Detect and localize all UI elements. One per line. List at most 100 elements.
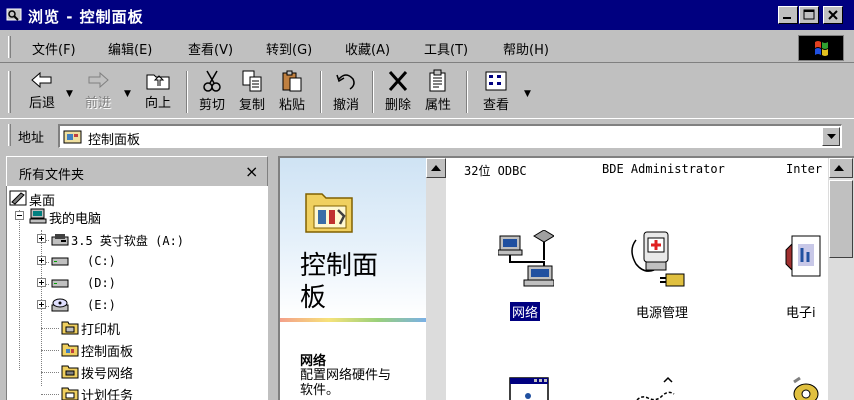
tree-item-printers[interactable]: 打印机 bbox=[61, 318, 261, 338]
undo-button[interactable]: 撤消 bbox=[328, 67, 364, 117]
views-dropdown[interactable]: ▼ bbox=[524, 89, 531, 99]
web-view-divider bbox=[280, 318, 426, 322]
expand-toggle[interactable] bbox=[37, 300, 46, 309]
web-view-scrollbar[interactable] bbox=[426, 158, 446, 400]
mail-icon[interactable] bbox=[784, 230, 828, 292]
back-arrow-icon bbox=[31, 71, 52, 89]
cut-button[interactable]: 剪切 bbox=[194, 67, 230, 117]
back-dropdown[interactable]: ▼ bbox=[66, 89, 73, 99]
paste-button[interactable]: 粘贴 bbox=[274, 67, 310, 117]
tree-item-control-panel[interactable]: 控制面板 bbox=[61, 340, 261, 360]
maximize-icon bbox=[803, 9, 815, 20]
properties-icon bbox=[429, 69, 446, 92]
my-computer-icon bbox=[29, 208, 47, 224]
copy-icon bbox=[242, 70, 262, 92]
folder-tree[interactable]: 桌面 我的电脑 3.5 英寸软盘 (A:) (C:) (D:) (E:) 打印机… bbox=[6, 186, 268, 400]
forward-button[interactable]: 前进 bbox=[78, 67, 118, 117]
minimize-button[interactable] bbox=[778, 6, 798, 24]
copy-button[interactable]: 复制 bbox=[234, 67, 270, 117]
item-network-label[interactable]: 网络 bbox=[508, 301, 542, 322]
scroll-up-button[interactable] bbox=[426, 158, 446, 178]
selected-item-description: 配置网络硬件与软件。 bbox=[300, 368, 392, 398]
views-icon bbox=[485, 71, 507, 91]
tree-line bbox=[41, 328, 59, 329]
control-panel-small-icon bbox=[63, 130, 82, 144]
address-input[interactable]: 控制面板 bbox=[88, 129, 140, 148]
properties-button[interactable]: 属性 bbox=[420, 67, 456, 117]
paste-icon bbox=[282, 70, 302, 92]
close-button[interactable] bbox=[823, 6, 843, 24]
floppy-drive-icon bbox=[51, 234, 69, 246]
scroll-thumb[interactable] bbox=[829, 180, 853, 258]
menu-edit[interactable]: 编辑(E) bbox=[108, 39, 152, 58]
address-dropdown-button[interactable] bbox=[822, 127, 840, 146]
item-mail-label[interactable]: 电子i bbox=[786, 302, 816, 321]
keys-icon[interactable] bbox=[786, 376, 826, 400]
hard-drive-icon bbox=[51, 279, 69, 288]
maximize-button[interactable] bbox=[799, 6, 819, 24]
tree-line bbox=[19, 210, 20, 370]
toolbar-grip[interactable] bbox=[8, 71, 11, 113]
up-folder-icon bbox=[146, 74, 170, 90]
pane-splitter[interactable] bbox=[268, 156, 278, 400]
views-button[interactable]: 查看 bbox=[476, 67, 516, 117]
undo-icon bbox=[336, 74, 355, 90]
menu-help[interactable]: 帮助(H) bbox=[503, 39, 549, 58]
address-bar: 地址 控制面板 bbox=[0, 118, 854, 152]
web-view-title: 控制面板 bbox=[300, 251, 379, 313]
tree-item-drive-e[interactable]: (E:) bbox=[51, 296, 251, 314]
network-icon[interactable] bbox=[498, 230, 554, 292]
back-button[interactable]: 后退 bbox=[22, 67, 62, 117]
tree-item-drive-c[interactable]: (C:) bbox=[51, 252, 251, 270]
icon-view-scrollbar[interactable] bbox=[828, 158, 854, 400]
menu-tools[interactable]: 工具(T) bbox=[424, 39, 468, 58]
tree-item-scheduled-tasks[interactable]: 计划任务 bbox=[61, 384, 261, 400]
arrow-up-icon bbox=[834, 165, 844, 171]
icon-view-scroll-up-button[interactable] bbox=[829, 158, 853, 178]
tree-line bbox=[41, 372, 59, 373]
standard-toolbar: 后退 ▼ 前进 ▼ 向上 剪切 复制 粘贴 撤消 删除 属性 查看 ▼ bbox=[0, 62, 854, 118]
up-button[interactable]: 向上 bbox=[138, 67, 178, 117]
tree-line bbox=[41, 350, 59, 351]
menu-file[interactable]: 文件(F) bbox=[32, 39, 76, 58]
addressbar-grip[interactable] bbox=[8, 124, 11, 146]
scheduled-tasks-folder-icon bbox=[61, 387, 79, 400]
tree-line bbox=[41, 394, 59, 395]
address-combobox[interactable]: 控制面板 bbox=[58, 124, 842, 148]
item-label-odbc[interactable]: 32位 ODBC bbox=[464, 162, 527, 179]
folder-pane-close-button[interactable]: × bbox=[245, 162, 258, 181]
address-label: 地址 bbox=[18, 131, 45, 146]
toolbar-separator bbox=[320, 71, 322, 113]
item-label-bde[interactable]: BDE Administrator bbox=[602, 162, 725, 176]
tree-item-desktop[interactable]: 桌面 bbox=[9, 189, 209, 209]
tree-item-floppy-a[interactable]: 3.5 英寸软盘 (A:) bbox=[51, 230, 261, 248]
expand-toggle[interactable] bbox=[37, 256, 46, 265]
display-icon[interactable] bbox=[508, 376, 552, 400]
menu-favorites[interactable]: 收藏(A) bbox=[345, 39, 390, 58]
modem-cable-icon[interactable] bbox=[630, 376, 680, 400]
scissors-icon bbox=[203, 70, 221, 92]
menu-view[interactable]: 查看(V) bbox=[188, 39, 233, 58]
delete-button[interactable]: 删除 bbox=[380, 67, 416, 117]
toolbar-separator bbox=[186, 71, 188, 113]
item-power-management-label[interactable]: 电源管理 bbox=[636, 302, 688, 321]
hard-drive-icon bbox=[51, 257, 69, 266]
power-management-icon[interactable] bbox=[626, 230, 686, 292]
tree-item-drive-d[interactable]: (D:) bbox=[51, 274, 251, 292]
menubar-grip[interactable] bbox=[8, 36, 11, 58]
cd-drive-icon bbox=[51, 298, 69, 312]
icon-view[interactable]: 32位 ODBC BDE Administrator Inter 网络 电源管理 bbox=[446, 158, 828, 400]
tree-item-my-computer[interactable]: 我的电脑 bbox=[29, 207, 229, 227]
forward-arrow-icon bbox=[88, 71, 109, 89]
arrow-up-icon bbox=[431, 165, 441, 171]
expand-toggle[interactable] bbox=[37, 278, 46, 287]
menu-go[interactable]: 转到(G) bbox=[266, 39, 312, 58]
toolbar-separator bbox=[372, 71, 374, 113]
windows-logo bbox=[798, 35, 844, 61]
collapse-toggle[interactable] bbox=[15, 211, 24, 220]
tree-item-dialup-networking[interactable]: 拨号网络 bbox=[61, 362, 261, 382]
item-label-internet[interactable]: Inter bbox=[786, 162, 822, 176]
forward-dropdown[interactable]: ▼ bbox=[124, 89, 131, 99]
expand-toggle[interactable] bbox=[37, 234, 46, 243]
close-icon bbox=[828, 10, 838, 20]
